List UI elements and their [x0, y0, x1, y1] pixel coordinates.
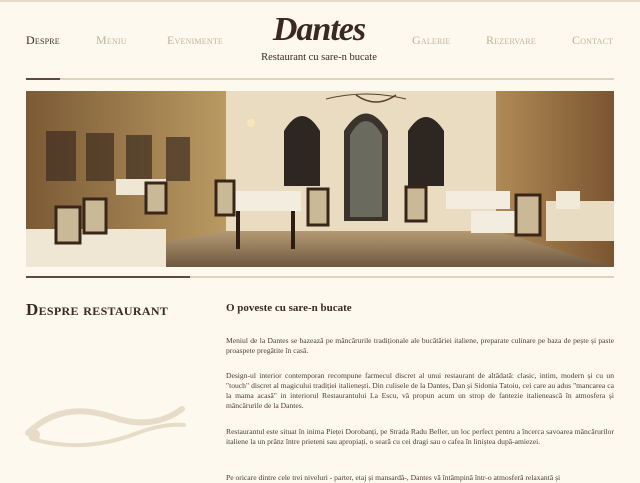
- section-indicator: [26, 276, 190, 278]
- nav-evenimente[interactable]: Evenimente: [167, 33, 223, 48]
- nav-galerie[interactable]: Galerie: [412, 33, 451, 48]
- hero-photo: [26, 91, 614, 267]
- paragraph-2: Design-ul interior contemporan recompune…: [226, 371, 614, 410]
- nav-despre[interactable]: Despre: [26, 33, 60, 48]
- paragraph-4: Pe oricare dintre cele trei niveluri - p…: [226, 473, 561, 482]
- top-border: [0, 0, 640, 2]
- restaurant-interior-illustration: [26, 91, 614, 267]
- active-nav-indicator: [26, 78, 60, 80]
- decorative-swirl: [25, 406, 186, 448]
- logo[interactable]: Dantes Restaurant cu sare-n bucate: [261, 10, 377, 63]
- about-title: Despre restaurant: [26, 300, 169, 319]
- logo-tagline: Restaurant cu sare-n bucate: [261, 52, 377, 63]
- nav-rezervare[interactable]: Rezervare: [486, 33, 536, 48]
- nav-meniu[interactable]: Meniu: [96, 33, 127, 48]
- header-divider: [26, 78, 614, 80]
- paragraph-3: Restaurantul este situat în inima Pieței…: [226, 427, 614, 446]
- logo-name: Dantes: [272, 11, 366, 48]
- story-title: O poveste cu sare-n bucate: [226, 302, 352, 314]
- paragraph-1: Meniul de la Dantes se bazează pe mâncăr…: [226, 336, 614, 355]
- nav-contact[interactable]: Contact: [572, 33, 613, 48]
